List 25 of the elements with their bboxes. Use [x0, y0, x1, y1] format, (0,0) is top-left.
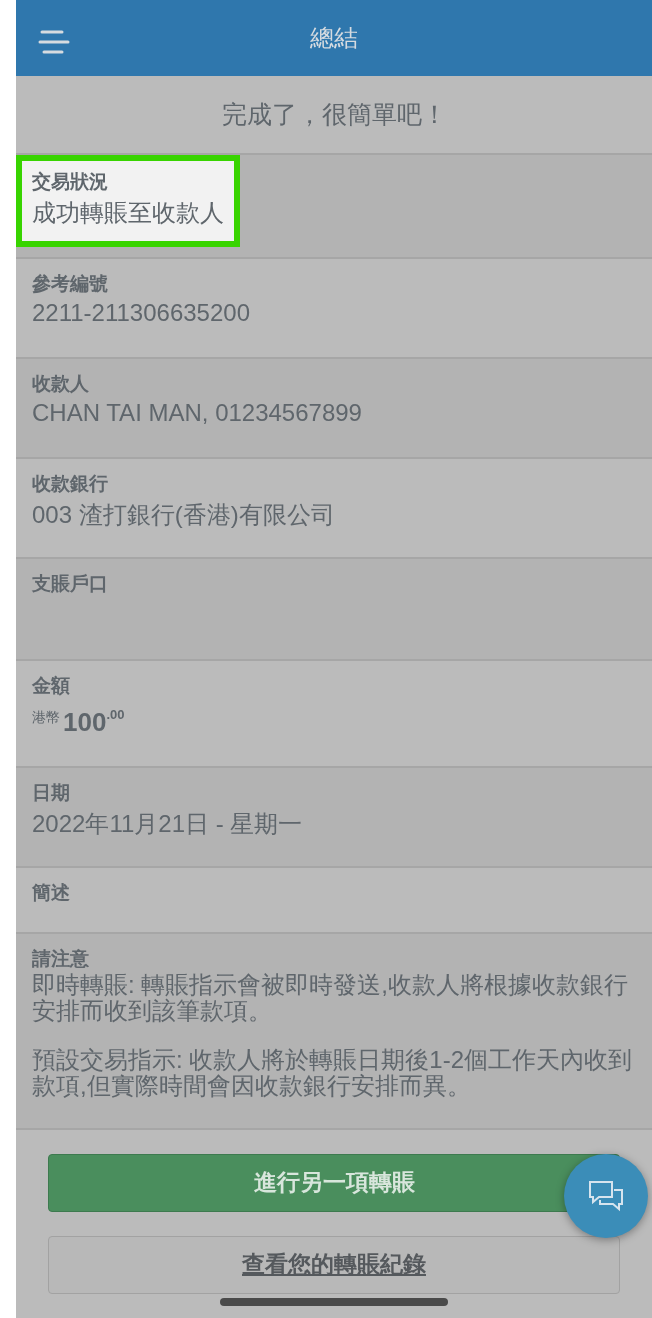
field-label: 交易狀況 — [32, 170, 108, 195]
history-button[interactable]: 查看您的轉賬紀錄 — [48, 1236, 620, 1294]
field-value: 成功轉賬至收款人 — [32, 198, 224, 229]
field-label: 日期 — [32, 780, 70, 805]
field-value: 003 渣打銀行(香港)有限公司 — [32, 499, 335, 530]
field-label: 收款銀行 — [32, 471, 108, 496]
field-value: CHAN TAI MAN, 01234567899 — [32, 398, 362, 427]
field-label: 請注意 — [32, 946, 89, 971]
field-value: 2022年11月21日 - 星期一 — [32, 808, 303, 839]
field-label: 收款人 — [32, 371, 89, 396]
field-value: 2211-211306635200 — [32, 298, 250, 327]
amount-cents: .00 — [106, 706, 125, 722]
page-title: 總結 — [310, 22, 358, 53]
field-label: 支賬戶口 — [32, 571, 108, 596]
currency-label: 港幣 — [32, 708, 60, 727]
note-paragraph: 即時轉賬: 轉賬指示會被即時發送,收款人將根據收款銀行安排而收到該筆款項。 — [32, 971, 629, 1025]
field-label: 金額 — [32, 673, 70, 698]
completion-message: 完成了，很簡單吧！ — [221, 98, 447, 130]
chat-icon — [587, 1180, 625, 1212]
menu-icon[interactable] — [38, 30, 70, 54]
field-label: 參考編號 — [32, 271, 108, 296]
amount-value: 100 — [63, 706, 107, 738]
chat-button[interactable] — [564, 1154, 648, 1238]
field-label: 簡述 — [32, 880, 70, 905]
note-paragraph: 預設交易指示: 收款人將於轉賬日期後1-2個工作天內收到款項,但實際時間會因收款銀行安排而異。 — [32, 1046, 634, 1100]
